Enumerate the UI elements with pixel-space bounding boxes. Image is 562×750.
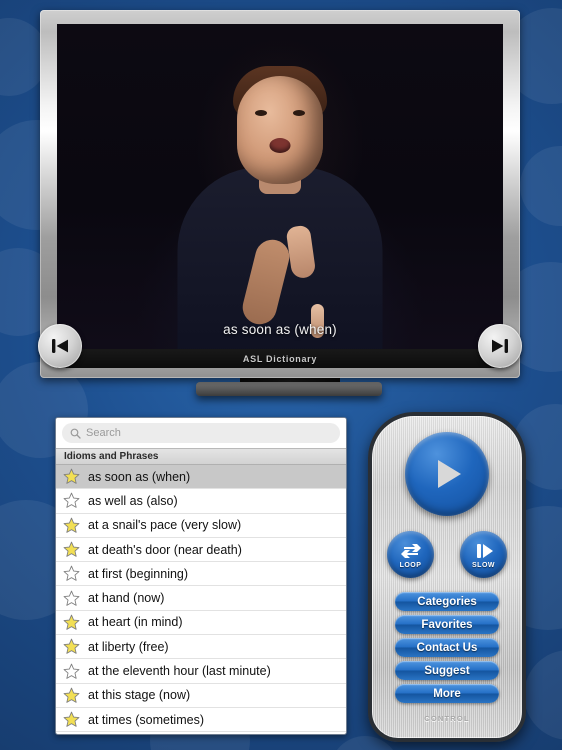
- video-screen[interactable]: as soon as (when): [57, 24, 503, 349]
- star-filled-icon[interactable]: [63, 517, 80, 534]
- list-item-label: at heart (in mind): [88, 615, 183, 630]
- phrase-list[interactable]: as soon as (when) as well as (also) at a s…: [56, 465, 346, 734]
- menu-button-contact-us[interactable]: Contact Us: [395, 638, 499, 657]
- background-bubble: [524, 650, 562, 740]
- list-item[interactable]: at death's door (near death): [56, 537, 346, 563]
- remote-menu-list: Categories Favorites Contact Us Suggest More: [372, 592, 522, 703]
- signer-eye-left: [254, 110, 267, 117]
- list-item-label: at a snail's pace (very slow): [88, 518, 242, 533]
- slow-button[interactable]: SLOW: [460, 531, 507, 578]
- app-root: as soon as (when) ASL Dictionary Search: [0, 0, 562, 750]
- star-filled-icon[interactable]: [63, 638, 80, 655]
- slow-icon: [476, 543, 493, 558]
- monitor-brand-strip: ASL Dictionary: [57, 349, 503, 368]
- list-item[interactable]: at this stage (now): [56, 683, 346, 708]
- star-filled-icon[interactable]: [63, 468, 80, 485]
- signer-mouth: [269, 137, 291, 153]
- star-outline-icon[interactable]: [63, 565, 80, 582]
- video-monitor: as soon as (when) ASL Dictionary: [40, 10, 520, 378]
- loop-button[interactable]: LOOP: [387, 531, 434, 578]
- phrase-list-panel: Search Idioms and Phrases as soon as (wh…: [55, 417, 347, 735]
- star-filled-icon[interactable]: [63, 541, 80, 558]
- monitor-stand-base: [196, 382, 382, 396]
- secondary-buttons-row: LOOP SLOW: [387, 531, 507, 578]
- list-item[interactable]: at a snail's pace (very slow): [56, 513, 346, 538]
- play-icon: [438, 460, 461, 488]
- list-item-label: at the eleventh hour (last minute): [88, 664, 271, 679]
- star-outline-icon[interactable]: [63, 663, 80, 680]
- list-item[interactable]: at the eleventh hour (last minute): [56, 659, 346, 684]
- remote-control-panel: LOOP SLOW Categories Favorites Contact Us S…: [368, 412, 526, 742]
- search-icon: [70, 428, 81, 439]
- slow-label: SLOW: [472, 561, 495, 569]
- list-item-label: at first (beginning): [88, 566, 189, 581]
- skip-next-icon: [492, 339, 508, 353]
- search-placeholder: Search: [86, 427, 121, 439]
- control-label: CONTROL: [424, 714, 470, 723]
- star-filled-icon[interactable]: [63, 687, 80, 704]
- list-item-label: as soon as (when): [88, 469, 191, 484]
- list-item-label: at liberty (free): [88, 639, 169, 654]
- list-item[interactable]: at times (sometimes): [56, 707, 346, 733]
- signer-head: [237, 76, 323, 184]
- list-item-label: at this stage (now): [88, 688, 191, 703]
- list-item-label: at times (sometimes): [88, 712, 204, 727]
- list-item[interactable]: as well as (also): [56, 489, 346, 514]
- star-outline-icon[interactable]: [63, 590, 80, 607]
- menu-button-favorites[interactable]: Favorites: [395, 615, 499, 634]
- list-item[interactable]: at liberty (free): [56, 635, 346, 660]
- star-filled-icon[interactable]: [63, 711, 80, 728]
- list-section-header: Idioms and Phrases: [56, 448, 346, 465]
- list-item-label: at hand (now): [88, 591, 165, 606]
- loop-icon: [400, 543, 421, 558]
- background-bubble: [520, 146, 562, 226]
- search-input[interactable]: Search: [62, 423, 340, 443]
- menu-button-categories[interactable]: Categories: [395, 592, 499, 611]
- play-button[interactable]: [405, 432, 489, 516]
- star-filled-icon[interactable]: [63, 614, 80, 631]
- list-item[interactable]: at heart (in mind): [56, 610, 346, 636]
- loop-label: LOOP: [399, 561, 422, 569]
- previous-button[interactable]: [38, 324, 82, 368]
- app-brand-label: ASL Dictionary: [242, 353, 318, 364]
- search-container: Search: [56, 418, 346, 448]
- video-frame-image: [57, 24, 503, 349]
- star-outline-icon[interactable]: [63, 492, 80, 509]
- list-item-label: at death's door (near death): [88, 542, 242, 557]
- video-caption: as soon as (when): [223, 322, 337, 337]
- list-item[interactable]: at first (beginning): [56, 562, 346, 587]
- menu-button-suggest[interactable]: Suggest: [395, 661, 499, 680]
- menu-button-more[interactable]: More: [395, 684, 499, 703]
- skip-previous-icon: [52, 339, 68, 353]
- next-button[interactable]: [478, 324, 522, 368]
- list-item-label: as well as (also): [88, 493, 178, 508]
- list-item[interactable]: at hand (now): [56, 586, 346, 611]
- list-item[interactable]: as soon as (when): [56, 465, 346, 490]
